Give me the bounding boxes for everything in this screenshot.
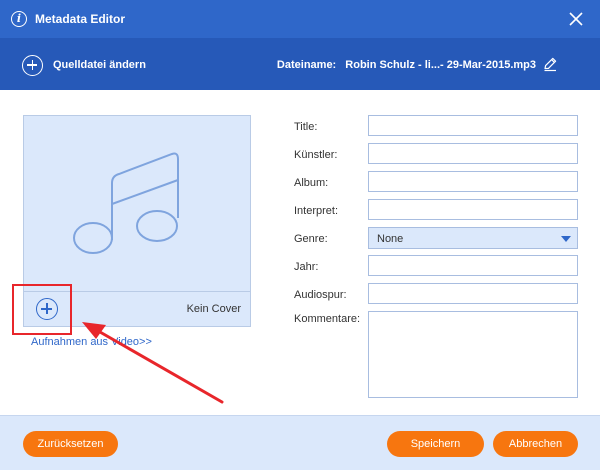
- cancel-button[interactable]: Abbrechen: [493, 431, 578, 457]
- year-input[interactable]: [368, 255, 578, 276]
- title-input[interactable]: [368, 115, 578, 136]
- title-label: Title:: [294, 121, 318, 133]
- filename-display: Dateiname: Robin Schulz - li...- 29-Mar-…: [277, 59, 536, 71]
- year-label: Jahr:: [294, 261, 319, 273]
- dialog-footer: Zurücksetzen Speichern Abbrechen: [0, 415, 600, 470]
- reset-button[interactable]: Zurücksetzen: [23, 431, 118, 457]
- close-icon[interactable]: [566, 9, 586, 29]
- comments-label: Kommentare:: [294, 313, 361, 325]
- add-circle-icon: [22, 54, 43, 76]
- album-input[interactable]: [368, 171, 578, 192]
- filename-value: Robin Schulz - li...- 29-Mar-2015.mp3: [345, 59, 536, 71]
- file-bar: Quelldatei ändern Dateiname: Robin Schul…: [0, 38, 600, 90]
- genre-select[interactable]: None: [368, 227, 578, 249]
- capture-from-video-link[interactable]: Aufnahmen aus Video>>: [31, 336, 152, 348]
- highlight-annotation: [12, 284, 72, 335]
- change-source-button[interactable]: Quelldatei ändern: [22, 54, 146, 76]
- music-note-icon: [73, 152, 179, 254]
- filename-label: Dateiname:: [276, 59, 337, 71]
- info-icon: i: [11, 11, 27, 27]
- track-label: Audiospur:: [294, 289, 347, 301]
- comments-textarea[interactable]: [368, 311, 578, 398]
- save-button[interactable]: Speichern: [387, 431, 484, 457]
- genre-label: Genre:: [294, 233, 328, 245]
- dropdown-caret-icon: [561, 236, 571, 242]
- album-label: Album:: [294, 177, 329, 189]
- window-title: Metadata Editor: [35, 12, 126, 26]
- artist-input[interactable]: [368, 143, 578, 164]
- title-bar: i Metadata Editor: [0, 0, 600, 38]
- no-cover-label: Kein Cover: [186, 303, 241, 315]
- genre-value: None: [377, 233, 404, 245]
- performer-input[interactable]: [368, 199, 578, 220]
- artist-label: Künstler:: [294, 149, 338, 161]
- track-input[interactable]: [368, 283, 578, 304]
- performer-label: Interpret:: [294, 205, 339, 217]
- edit-pencil-icon[interactable]: [542, 56, 558, 72]
- change-source-label: Quelldatei ändern: [53, 59, 146, 71]
